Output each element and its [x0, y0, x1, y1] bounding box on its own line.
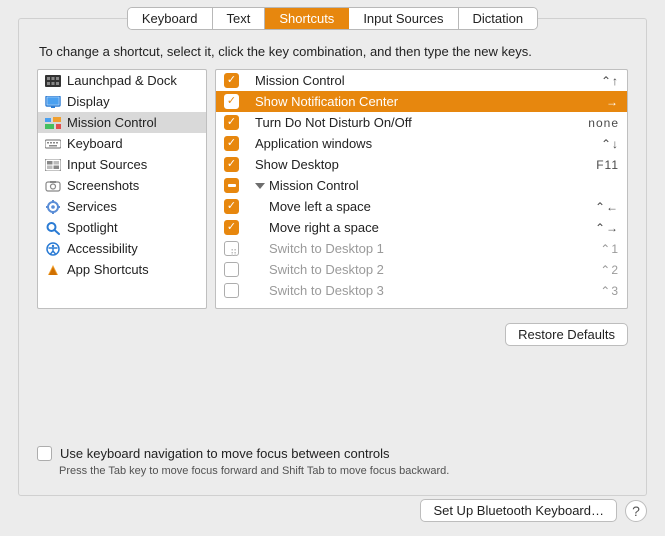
- shortcut-label: Mission Control: [269, 178, 619, 193]
- mission-control-icon: [45, 116, 61, 130]
- shortcut-checkbox[interactable]: ✓: [224, 220, 239, 235]
- sidebar-item-label: Display: [67, 94, 110, 109]
- shortcut-checkbox[interactable]: [224, 283, 239, 298]
- help-button[interactable]: ?: [625, 500, 647, 522]
- keyboard-nav-checkbox[interactable]: [37, 446, 52, 461]
- shortcut-label: Application windows: [255, 136, 601, 151]
- shortcut-label: Turn Do Not Disturb On/Off: [255, 115, 588, 130]
- sidebar-item-services[interactable]: Services: [38, 196, 206, 217]
- shortcut-row[interactable]: Switch to Desktop 3⌃3: [216, 280, 627, 301]
- accessibility-icon: [45, 242, 61, 256]
- keyboard-nav-hint: Press the Tab key to move focus forward …: [59, 465, 628, 477]
- shortcut-keys[interactable]: ⌃2: [600, 263, 619, 277]
- shortcut-keys[interactable]: ⌃↑: [601, 74, 619, 88]
- shortcut-checkbox[interactable]: ✓: [224, 115, 239, 130]
- tab-input-sources[interactable]: Input Sources: [349, 8, 458, 29]
- tab-dictation[interactable]: Dictation: [459, 8, 538, 29]
- sidebar-item-launchpad-dock[interactable]: Launchpad & Dock: [38, 70, 206, 91]
- tab-bar: KeyboardTextShortcutsInput SourcesDictat…: [127, 7, 538, 30]
- shortcut-checkbox[interactable]: ✓: [224, 136, 239, 151]
- tab-text[interactable]: Text: [213, 8, 266, 29]
- screenshots-icon: [45, 179, 61, 193]
- sidebar-item-label: Keyboard: [67, 136, 123, 151]
- shortcut-row[interactable]: ✓ Turn Do Not Disturb On/Offnone: [216, 112, 627, 133]
- shortcut-keys[interactable]: →: [606, 95, 619, 109]
- shortcut-row[interactable]: ✓ Show DesktopF11: [216, 154, 627, 175]
- sidebar-item-mission-control[interactable]: Mission Control: [38, 112, 206, 133]
- shortcut-keys[interactable]: ⌃→: [595, 221, 619, 235]
- restore-defaults-button[interactable]: Restore Defaults: [505, 323, 628, 346]
- shortcut-row[interactable]: ✓ Move left a space⌃←: [216, 196, 627, 217]
- sidebar-item-input-sources[interactable]: Input Sources: [38, 154, 206, 175]
- sidebar-item-accessibility[interactable]: Accessibility: [38, 238, 206, 259]
- sidebar-item-label: App Shortcuts: [67, 262, 149, 277]
- shortcut-row[interactable]: ✓ Move right a space⌃→: [216, 217, 627, 238]
- sidebar-item-keyboard[interactable]: Keyboard: [38, 133, 206, 154]
- sidebar-item-label: Launchpad & Dock: [67, 73, 177, 88]
- shortcut-checkbox[interactable]: [224, 178, 239, 193]
- shortcut-keys[interactable]: ⌃3: [600, 284, 619, 298]
- shortcut-label: Switch to Desktop 1: [269, 241, 600, 256]
- shortcut-list: ✓Mission Control⌃↑✓Show Notification Cen…: [215, 69, 628, 309]
- sidebar-item-label: Mission Control: [67, 115, 157, 130]
- shortcut-row[interactable]: ✓ Application windows⌃↓: [216, 133, 627, 154]
- disclosure-triangle-icon[interactable]: [255, 183, 265, 189]
- sidebar-item-display[interactable]: Display: [38, 91, 206, 112]
- input-sources-icon: [45, 158, 61, 172]
- tab-shortcuts[interactable]: Shortcuts: [265, 8, 349, 29]
- shortcut-keys[interactable]: ⌃←: [595, 200, 619, 214]
- shortcut-row[interactable]: Switch to Desktop 2⌃2: [216, 259, 627, 280]
- shortcut-label: Move left a space: [269, 199, 595, 214]
- keyboard-nav-label: Use keyboard navigation to move focus be…: [60, 446, 390, 461]
- sidebar-item-label: Input Sources: [67, 157, 147, 172]
- split-resize-handle[interactable]: ⠿: [230, 249, 236, 263]
- shortcut-checkbox[interactable]: ✓: [224, 199, 239, 214]
- shortcut-row[interactable]: Mission Control: [216, 175, 627, 196]
- shortcut-label: Switch to Desktop 2: [269, 262, 600, 277]
- shortcut-label: Move right a space: [269, 220, 595, 235]
- keyboard-icon: [45, 137, 61, 151]
- sidebar-item-label: Services: [67, 199, 117, 214]
- shortcut-row[interactable]: ✓ Show Notification Center→: [216, 91, 627, 112]
- shortcut-row[interactable]: Switch to Desktop 1⌃1: [216, 238, 627, 259]
- bluetooth-keyboard-button[interactable]: Set Up Bluetooth Keyboard…: [420, 499, 617, 522]
- shortcut-label: Switch to Desktop 3: [269, 283, 600, 298]
- services-icon: [45, 200, 61, 214]
- spotlight-icon: [45, 221, 61, 235]
- shortcut-checkbox[interactable]: ✓: [224, 73, 239, 88]
- shortcut-keys[interactable]: none: [588, 116, 619, 130]
- shortcut-row[interactable]: ✓ Mission Control⌃↑: [216, 70, 627, 91]
- tab-keyboard[interactable]: Keyboard: [128, 8, 213, 29]
- launchpad-icon: [45, 74, 61, 88]
- sidebar-item-label: Spotlight: [67, 220, 118, 235]
- shortcut-label: Mission Control: [255, 73, 601, 88]
- sidebar-item-label: Accessibility: [67, 241, 138, 256]
- category-sidebar: Launchpad & Dock Display Mission Control Ke…: [37, 69, 207, 309]
- sidebar-item-spotlight[interactable]: Spotlight: [38, 217, 206, 238]
- instructions-text: To change a shortcut, select it, click t…: [39, 44, 626, 59]
- shortcut-keys[interactable]: ⌃↓: [601, 137, 619, 151]
- sidebar-item-label: Screenshots: [67, 178, 139, 193]
- sidebar-item-screenshots[interactable]: Screenshots: [38, 175, 206, 196]
- shortcut-checkbox[interactable]: [224, 262, 239, 277]
- shortcut-label: Show Desktop: [255, 157, 596, 172]
- shortcut-keys[interactable]: ⌃1: [600, 242, 619, 256]
- shortcut-keys[interactable]: F11: [596, 158, 619, 172]
- sidebar-item-app-shortcuts[interactable]: App Shortcuts: [38, 259, 206, 280]
- display-icon: [45, 95, 61, 109]
- shortcut-label: Show Notification Center: [255, 94, 606, 109]
- shortcut-checkbox[interactable]: ✓: [224, 157, 239, 172]
- app-shortcuts-icon: [45, 263, 61, 277]
- shortcut-checkbox[interactable]: ✓: [224, 94, 239, 109]
